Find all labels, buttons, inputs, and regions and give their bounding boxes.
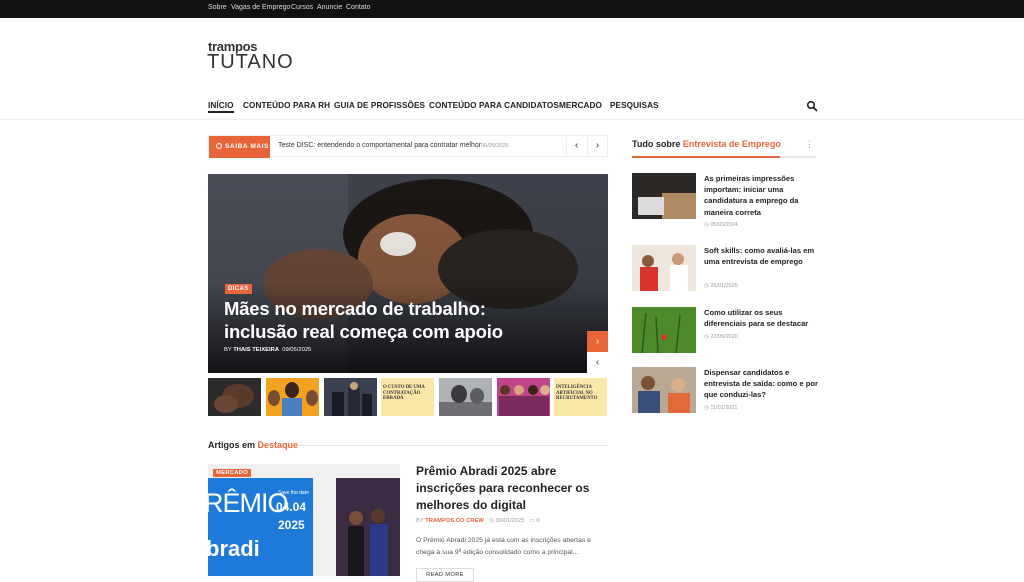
thumb-4-text: O CUSTO DE UMA CONTRATAÇÃO ERRADA [383, 385, 425, 401]
thumb-7[interactable]: INTELIGÊNCIA ARTIFICIAL NO RECRUTAMENTO [554, 378, 607, 416]
featured-image[interactable]: RÊMIO bradi Save the date 04.04 2025 [208, 464, 400, 576]
thumb-7-text: INTELIGÊNCIA ARTIFICIAL NO RECRUTAMENTO [556, 385, 598, 401]
featured-headline[interactable]: Prêmio Abradi 2025 abre inscrições para … [416, 463, 601, 514]
clock-icon: ◷ [488, 518, 494, 524]
sidebar-title-highlight: Entrevista de Emprego [682, 139, 781, 149]
hero-author[interactable]: THAIS TEIXEIRA [233, 347, 279, 353]
featured-author[interactable]: TRAMPOS.CO CREW [425, 518, 484, 524]
sidebar-article-2-title[interactable]: Soft skills: como avaliá-las em uma entr… [704, 245, 818, 267]
sidebar-title-prefix: Tudo sobre [632, 139, 681, 149]
section-title-prefix: Artigos em [208, 440, 256, 450]
featured-image-year: 2025 [278, 518, 305, 532]
sidebar-article-4-date: ◷ 11/01/2021 [704, 405, 738, 411]
section-title: Artigos em Destaque [208, 440, 298, 450]
site-logo-bottom[interactable]: TUTANO [207, 51, 294, 74]
nav-item-conteudo-candidatos[interactable]: CONTEÚDO PARA CANDIDATOS [429, 101, 559, 110]
topbar-link-vagas[interactable]: Vagas de Emprego [231, 4, 290, 11]
featured-image-save-date: Save the date [278, 490, 309, 496]
nav-item-guia-profissoes[interactable]: GUIA DE PROFISSÕES [334, 101, 425, 110]
thumb-6[interactable] [497, 378, 550, 416]
featured-date: 30/01/2025 [495, 518, 525, 524]
sidebar-title: Tudo sobre Entrevista de Emprego [632, 139, 781, 149]
sidebar-article-1-date: ◷ 05/03/2024 [704, 222, 738, 228]
hero-prev-button[interactable]: ‹ [587, 352, 608, 373]
sidebar-title-underline [632, 156, 816, 158]
topbar-link-contato[interactable]: Contato [346, 4, 371, 11]
thumb-3[interactable] [324, 378, 377, 416]
ticker-label: SAIBA MAIS [209, 136, 270, 158]
comment-icon: ▭ [529, 518, 535, 524]
hero-category-badge[interactable]: DICAS [225, 284, 252, 294]
ticker-label-text: SAIBA MAIS [225, 143, 270, 150]
ticker-prev-button[interactable]: ‹ [566, 137, 586, 156]
nav-divider [0, 119, 1024, 120]
featured-image-day: 04.04 [276, 500, 307, 514]
topbar-link-sobre[interactable]: Sobre [208, 4, 227, 11]
featured-image-brand: bradi [208, 536, 260, 561]
nav-item-conteudo-rh[interactable]: CONTEÚDO PARA RH [243, 101, 330, 110]
hero-date: 09/05/2025 [282, 347, 312, 353]
hero-image [208, 174, 608, 373]
sidebar-article-4-title[interactable]: Dispensar candidatos e entrevista de saí… [704, 367, 818, 401]
thumb-1[interactable] [208, 378, 261, 416]
sidebar-article-1-title[interactable]: As primeiras impressões importam: inicia… [704, 173, 818, 218]
sidebar-article-2-image[interactable] [632, 245, 696, 291]
thumb-4[interactable]: O CUSTO DE UMA CONTRATAÇÃO ERRADA [381, 378, 434, 416]
sidebar-article-4-image[interactable] [632, 367, 696, 413]
featured-image-panel: RÊMIO bradi Save the date 04.04 2025 [208, 478, 313, 576]
sidebar-menu-icon[interactable]: ⋮ [805, 139, 814, 150]
topbar-link-cursos[interactable]: Cursos [291, 4, 313, 11]
featured-meta: BY TRAMPOS.CO CREW ◷ 30/01/2025 ▭ 0 [416, 518, 540, 524]
topbar-link-anuncie[interactable]: Anuncie [317, 4, 342, 11]
featured-by-prefix: BY [416, 518, 424, 524]
search-icon[interactable] [806, 99, 818, 112]
hero-next-button[interactable]: › [587, 331, 608, 352]
featured-excerpt: O Prêmio Abradi 2025 já está com as insc… [416, 537, 591, 556]
ticker-next-button[interactable]: › [587, 137, 607, 156]
thumb-5[interactable] [439, 378, 492, 416]
featured-category-badge[interactable]: MERCADO [213, 469, 252, 477]
sidebar-article-1-image[interactable] [632, 173, 696, 219]
sidebar-article-3-title[interactable]: Como utilizar os seus diferenciais para … [704, 307, 818, 329]
hero-slide[interactable]: DICAS Mães no mercado de trabalho: inclu… [208, 174, 608, 373]
section-title-highlight: Destaque [257, 440, 299, 450]
nav-item-pesquisas[interactable]: PESQUISAS [610, 101, 659, 110]
hero-thumbnails: O CUSTO DE UMA CONTRATAÇÃO ERRADA INTELI… [208, 378, 608, 416]
hero-by-prefix: BY [224, 347, 232, 353]
nav-item-mercado[interactable]: MERCADO [559, 101, 602, 110]
top-bar: Sobre Vagas de Emprego Cursos Anuncie Co… [0, 0, 1024, 18]
news-ticker: SAIBA MAIS Teste DISC: entendendo o comp… [208, 135, 608, 158]
nav-item-inicio[interactable]: INÍCIO [208, 101, 234, 113]
ticker-headline[interactable]: Teste DISC: entendendo o comportamental … [278, 142, 481, 149]
featured-image-photo [336, 478, 400, 576]
sidebar-article-3-image[interactable] [632, 307, 696, 353]
read-more-button[interactable]: READ MORE [416, 568, 474, 582]
sidebar-article-3-date: ◷ 22/09/2020 [704, 334, 738, 340]
thumb-2[interactable] [266, 378, 319, 416]
flame-icon [216, 143, 222, 149]
hero-headline[interactable]: Mães no mercado de trabalho: inclusão re… [224, 297, 544, 343]
featured-comments[interactable]: 0 [536, 518, 539, 524]
sidebar-article-2-date: ◷ 26/01/2025 [704, 283, 738, 289]
hero-byline: BY THAIS TEIXEIRA 09/05/2025 [224, 347, 311, 353]
ticker-date: 06/05/2025 [481, 143, 509, 149]
section-divider [298, 445, 608, 446]
